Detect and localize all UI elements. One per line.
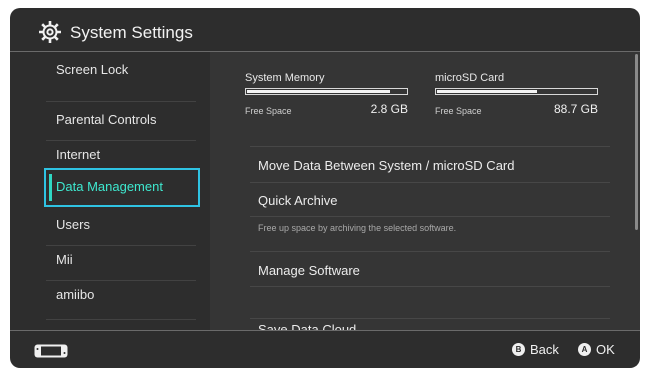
content-divider	[250, 146, 610, 147]
microsd-bar-fill	[437, 90, 537, 93]
sidebar-item-label: Data Management	[56, 179, 163, 194]
save-data-cloud-item[interactable]: Save Data Cloud	[258, 322, 356, 330]
content-divider	[250, 251, 610, 252]
sidebar: Screen Lock Parental Controls Internet D…	[10, 52, 210, 330]
ok-button[interactable]: A OK	[578, 342, 615, 357]
console-icon	[34, 344, 68, 358]
settings-screen: System Settings Screen Lock Parental Con…	[10, 8, 640, 368]
a-button-icon: A	[578, 343, 591, 356]
system-memory-label: System Memory	[245, 72, 325, 84]
sidebar-divider	[46, 280, 196, 281]
move-data-item[interactable]: Move Data Between System / microSD Card	[258, 158, 514, 173]
system-memory-bar-fill	[247, 90, 390, 93]
ok-label: OK	[596, 342, 615, 357]
sidebar-item-data-management[interactable]: Data Management	[44, 168, 200, 207]
sidebar-divider	[46, 140, 196, 141]
b-button-icon: B	[512, 343, 525, 356]
gear-icon	[39, 21, 61, 43]
manage-software-item[interactable]: Manage Software	[258, 263, 360, 278]
back-label: Back	[530, 342, 559, 357]
microsd-label: microSD Card	[435, 72, 505, 84]
sidebar-divider	[46, 245, 196, 246]
page-title: System Settings	[70, 23, 193, 42]
content-divider	[250, 216, 610, 217]
content-panel: System Memory Free Space 2.8 GB microSD …	[210, 52, 640, 330]
content-divider	[250, 182, 610, 183]
system-memory-bar	[245, 88, 408, 95]
sidebar-item-internet[interactable]: Internet	[56, 147, 100, 162]
content-divider	[250, 286, 610, 287]
microsd-bar	[435, 88, 598, 95]
sidebar-divider	[46, 319, 196, 320]
scrollbar[interactable]	[635, 54, 638, 230]
sidebar-item-mii[interactable]: Mii	[56, 252, 73, 267]
selection-indicator	[49, 174, 52, 201]
sidebar-divider	[46, 101, 196, 102]
content-divider	[250, 318, 610, 319]
microsd-free-space-label: Free Space	[435, 106, 482, 116]
sidebar-item-users[interactable]: Users	[56, 217, 90, 232]
system-free-space-value: 2.8 GB	[370, 102, 408, 116]
footer: B Back A OK	[10, 330, 640, 368]
sidebar-item-amiibo[interactable]: amiibo	[56, 287, 94, 302]
sidebar-item-parental-controls[interactable]: Parental Controls	[56, 112, 156, 127]
back-button[interactable]: B Back	[512, 342, 559, 357]
header: System Settings	[10, 8, 640, 52]
quick-archive-description: Free up space by archiving the selected …	[258, 223, 457, 233]
sidebar-item-screen-lock[interactable]: Screen Lock	[56, 62, 128, 77]
microsd-free-space-value: 88.7 GB	[553, 102, 598, 116]
quick-archive-item[interactable]: Quick Archive	[258, 193, 337, 208]
system-free-space-label: Free Space	[245, 106, 292, 116]
